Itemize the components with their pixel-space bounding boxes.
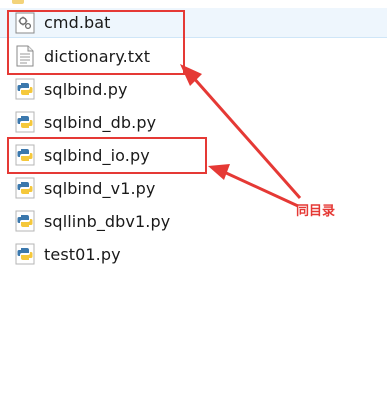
file-name: sqlbind_db.py bbox=[44, 112, 157, 132]
file-item-sqlbind-db-py[interactable]: sqlbind_db.py bbox=[0, 107, 387, 137]
file-name: test01.py bbox=[44, 244, 121, 264]
file-item-sqlbind-v1-py[interactable]: sqlbind_v1.py bbox=[0, 173, 387, 203]
file-item-test01-py[interactable]: test01.py bbox=[0, 239, 387, 269]
python-file-icon bbox=[15, 177, 35, 199]
annotation-box-io bbox=[7, 137, 207, 174]
folder-edge-icon bbox=[12, 0, 24, 4]
file-name: sqlbind_v1.py bbox=[44, 178, 156, 198]
file-name: sqllinb_dbv1.py bbox=[44, 211, 171, 231]
python-file-icon bbox=[15, 78, 35, 100]
file-name: sqlbind.py bbox=[44, 79, 128, 99]
python-file-icon bbox=[15, 243, 35, 265]
annotation-box-top bbox=[7, 10, 185, 75]
python-file-icon bbox=[15, 210, 35, 232]
file-item-sqlbind-py[interactable]: sqlbind.py bbox=[0, 74, 387, 104]
annotation-label: 同目录 bbox=[296, 204, 336, 219]
python-file-icon bbox=[15, 111, 35, 133]
